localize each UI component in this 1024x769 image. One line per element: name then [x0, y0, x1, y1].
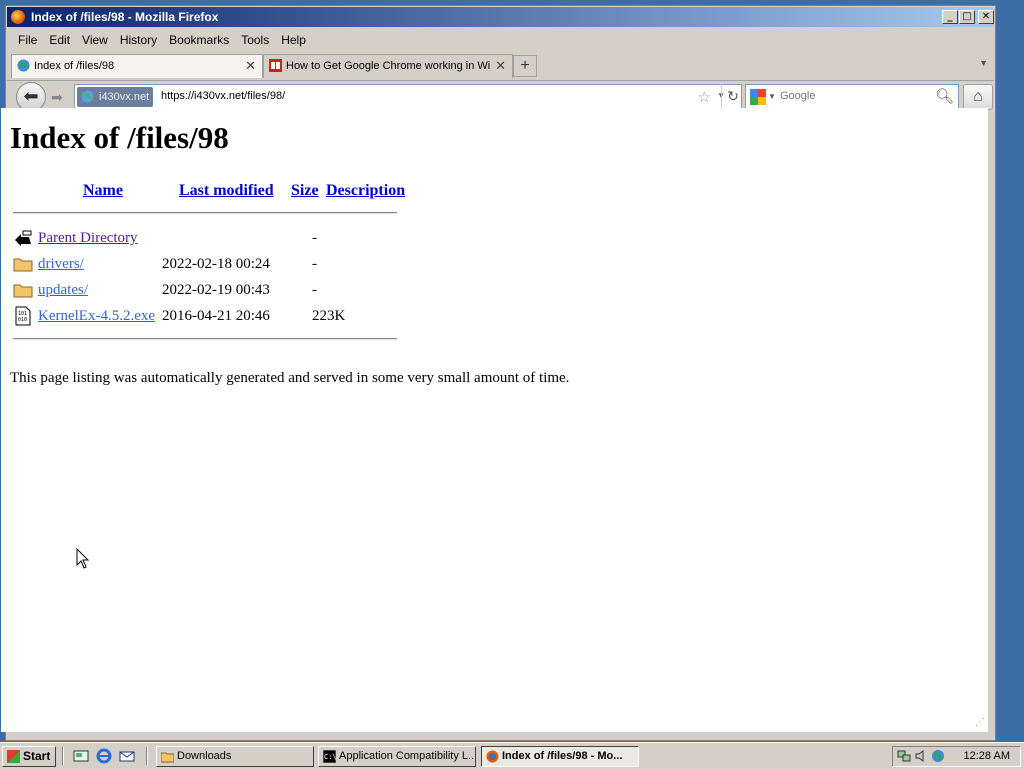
- taskbar-item-appcompat[interactable]: C:\ Application Compatibility L...: [318, 746, 476, 767]
- row-size: -: [312, 256, 317, 272]
- divider: [146, 747, 148, 765]
- url-bar[interactable]: i430vx.net https://i430vx.net/files/98/ …: [74, 84, 742, 110]
- menu-view[interactable]: View: [76, 30, 114, 50]
- taskbar-item-label: Application Compatibility L...: [339, 750, 476, 762]
- start-label: Start: [23, 749, 51, 763]
- url-text[interactable]: https://i430vx.net/files/98/: [161, 90, 285, 102]
- row-date: 2022-02-19 00:43: [162, 282, 270, 298]
- column-name-link[interactable]: Name: [83, 182, 123, 200]
- svg-text:C:\: C:\: [324, 753, 336, 761]
- site-favicon-icon: [269, 59, 282, 72]
- menu-file[interactable]: File: [12, 30, 43, 50]
- menu-edit[interactable]: Edit: [43, 30, 76, 50]
- internet-explorer-icon[interactable]: [96, 748, 112, 764]
- folder-icon: [13, 284, 33, 298]
- tab-bar: Index of /files/98 ✕ How to Get Google C…: [7, 52, 994, 81]
- mouse-cursor-icon: [76, 548, 90, 569]
- column-size-link[interactable]: Size: [291, 182, 319, 200]
- column-description-link[interactable]: Description: [326, 182, 405, 200]
- tab-label: How to Get Google Chrome working in Wi..…: [286, 60, 491, 72]
- close-button[interactable]: ✕: [978, 10, 994, 24]
- magnifier-icon[interactable]: 🔍︎: [935, 87, 954, 105]
- menu-tools[interactable]: Tools: [235, 30, 275, 50]
- drivers-link[interactable]: drivers/: [38, 256, 84, 273]
- search-engine-dropdown-icon[interactable]: ▼: [768, 92, 776, 101]
- divider: [13, 338, 397, 340]
- row-size: -: [312, 230, 317, 246]
- firefox-icon: [11, 10, 25, 24]
- reload-button[interactable]: ↻: [721, 84, 744, 108]
- start-button[interactable]: Start: [2, 746, 56, 767]
- column-last-modified-link[interactable]: Last modified: [179, 182, 274, 200]
- close-tab-icon[interactable]: ✕: [245, 58, 256, 74]
- maximize-button[interactable]: □: [959, 10, 975, 24]
- tab-label: Index of /files/98: [34, 60, 115, 72]
- folder-icon: [13, 258, 33, 272]
- divider: [62, 747, 64, 765]
- svg-text:010: 010: [18, 317, 27, 323]
- menu-help[interactable]: Help: [275, 30, 312, 50]
- taskbar-item-label: Index of /files/98 - Mo...: [502, 750, 623, 762]
- back-icon: [15, 230, 32, 246]
- menu-history[interactable]: History: [114, 30, 163, 50]
- row-size: -: [312, 282, 317, 298]
- title-bar[interactable]: Index of /files/98 - Mozilla Firefox _ □…: [7, 7, 994, 27]
- page-footer-text: This page listing was automatically gene…: [10, 370, 570, 386]
- row-size: 223K: [312, 308, 346, 324]
- page-content: Index of /files/98 Name Last modified Si…: [1, 108, 988, 732]
- row-date: 2022-02-18 00:24: [162, 256, 270, 272]
- globe-icon: [17, 59, 30, 72]
- site-identity-button[interactable]: i430vx.net: [77, 87, 154, 107]
- identity-label: i430vx.net: [99, 91, 150, 103]
- parent-directory-link[interactable]: Parent Directory: [38, 230, 138, 247]
- globe-tray-icon[interactable]: [931, 749, 945, 763]
- close-tab-icon[interactable]: ✕: [495, 58, 506, 74]
- folder-icon: [161, 752, 174, 763]
- windows-logo-icon: [7, 750, 20, 763]
- taskbar-item-firefox[interactable]: Index of /files/98 - Mo...: [481, 746, 639, 767]
- menu-bookmarks[interactable]: Bookmarks: [163, 30, 235, 50]
- updates-link[interactable]: updates/: [38, 282, 88, 299]
- resize-grip-icon[interactable]: ⋰: [975, 717, 985, 728]
- search-box[interactable]: ▼ Google 🔍︎: [745, 84, 959, 110]
- clock: 12:28 AM: [963, 750, 1010, 762]
- divider: [13, 212, 397, 214]
- minimize-button[interactable]: _: [942, 10, 958, 24]
- menu-bar: File Edit View History Bookmarks Tools Help: [12, 30, 312, 50]
- network-icon[interactable]: [897, 749, 911, 763]
- tab-index-files[interactable]: Index of /files/98 ✕: [11, 54, 263, 78]
- taskbar: Start Downloads C:\ Application Compatib…: [0, 742, 1024, 769]
- volume-icon[interactable]: [914, 749, 928, 763]
- globe-icon: [81, 90, 94, 103]
- page-title: Index of /files/98: [10, 120, 229, 155]
- tab-chrome-article[interactable]: How to Get Google Chrome working in Wi..…: [263, 54, 513, 78]
- kernelex-file-link[interactable]: KernelEx-4.5.2.exe: [38, 308, 155, 325]
- google-icon: [750, 89, 766, 105]
- window-title: Index of /files/98 - Mozilla Firefox: [31, 10, 219, 24]
- system-tray: 12:28 AM: [892, 746, 1021, 767]
- firefox-icon: [486, 750, 499, 763]
- bookmark-star-icon[interactable]: ☆: [698, 88, 711, 106]
- binary-file-icon: 101010: [15, 306, 31, 326]
- forward-button[interactable]: ➡: [47, 87, 67, 107]
- home-button[interactable]: ⌂: [963, 84, 993, 110]
- taskbar-item-label: Downloads: [177, 750, 232, 762]
- command-prompt-icon: C:\: [323, 750, 336, 763]
- outlook-express-icon[interactable]: [119, 748, 135, 764]
- new-tab-button[interactable]: +: [513, 55, 537, 77]
- search-placeholder: Google: [780, 90, 816, 102]
- list-tabs-icon[interactable]: ▼: [979, 58, 988, 68]
- row-date: 2016-04-21 20:46: [162, 308, 270, 324]
- show-desktop-icon[interactable]: [73, 748, 89, 764]
- taskbar-item-downloads[interactable]: Downloads: [156, 746, 314, 767]
